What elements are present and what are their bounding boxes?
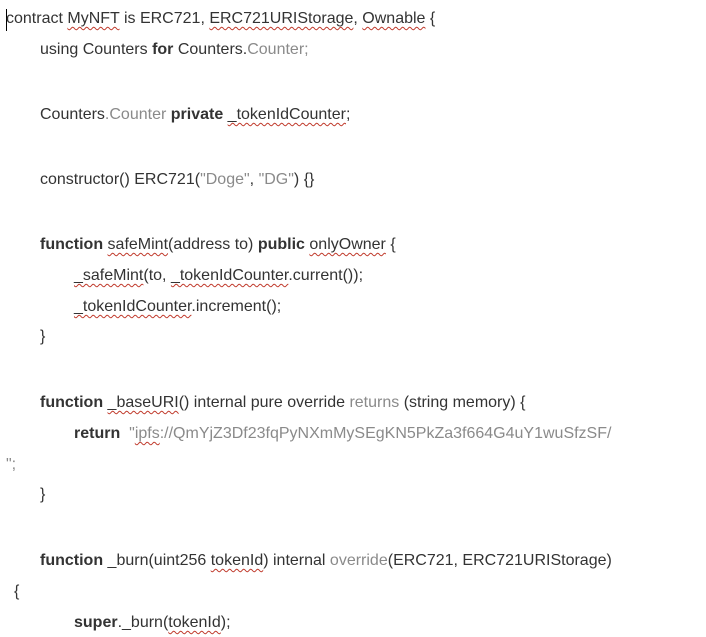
code-line-constructor: constructor() ERC721("Doge", "DG") {}: [40, 171, 315, 188]
code-editor[interactable]: { "code": { "l1": { "t1": "contract ", "…: [0, 0, 706, 637]
code-line-safemint-call: _safeMint(to, _tokenIdCounter.current())…: [74, 267, 364, 284]
code-line-baseuri-decl: function _baseURI() internal pure overri…: [40, 394, 526, 411]
code-line-contract: contract MyNFT is ERC721, ERC721URIStora…: [6, 10, 436, 27]
code-line-safemint-decl: function safeMint(address to) public onl…: [40, 236, 396, 253]
code-line-return: return "ipfs://QmYjZ3Df23fqPyNXmMySEgKN5…: [74, 425, 612, 442]
code-line-super-burn: super._burn(tokenId);: [74, 614, 231, 631]
code-line-return-end: ";: [6, 456, 17, 473]
code-line-close-baseuri: }: [40, 486, 46, 503]
code-line-counter-decl: Counters.Counter private _tokenIdCounter…: [40, 106, 351, 123]
code-line-burn-decl: function _burn(uint256 tokenId) internal…: [40, 552, 612, 569]
code-line-close-safemint: }: [40, 328, 46, 345]
code-line-increment: _tokenIdCounter.increment();: [74, 298, 282, 315]
code-line-burn-open: {: [14, 583, 20, 600]
code-line-using: using Counters for Counters.Counter;: [40, 41, 309, 58]
